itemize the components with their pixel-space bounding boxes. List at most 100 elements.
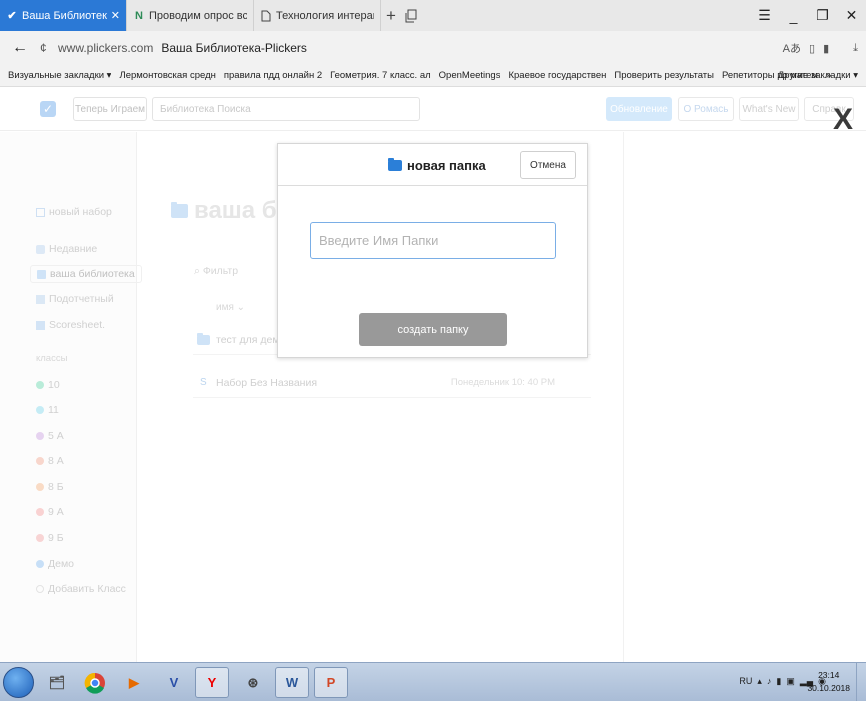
download-icon[interactable]: ⤓ (853, 42, 858, 55)
class-name: 10 (48, 379, 60, 391)
check-icon: ✔ (7, 10, 17, 22)
menu-icon[interactable]: ☰ (750, 0, 779, 31)
start-button-icon[interactable] (3, 667, 34, 698)
tab-survey[interactable]: N Проводим опрос всего кла (127, 0, 254, 31)
minimize-icon[interactable]: _ (779, 0, 808, 31)
file-manager-icon[interactable]: 🗂 (40, 667, 74, 698)
visio-icon[interactable]: V (157, 667, 191, 698)
modal-title-text: новая папка (407, 158, 486, 173)
sidebar-item-scoresheet[interactable]: Scoresheet. (36, 316, 105, 334)
class-item[interactable]: 10 (36, 376, 60, 394)
translate-icon[interactable]: Aあ (783, 40, 801, 56)
chrome-icon[interactable] (78, 667, 112, 698)
tab-plickers-library[interactable]: ✔ Ваша Библиотека-Plicker ✕ (0, 0, 127, 31)
word-icon[interactable]: W (275, 667, 309, 698)
content-divider (623, 132, 624, 662)
tab-close-icon[interactable]: ✕ (111, 9, 120, 22)
plickers-logo-icon[interactable]: ✓ (40, 101, 56, 117)
class-item[interactable]: 5 А (36, 427, 64, 445)
tab-technology[interactable]: Технология интерактивно (254, 0, 381, 31)
bookmark-item[interactable]: правила пдд онлайн 2 (224, 70, 322, 81)
whats-new-button[interactable]: What's New (739, 97, 799, 121)
reader-icon[interactable]: ▯ (809, 42, 815, 55)
show-desktop-button[interactable] (856, 663, 866, 701)
folder-icon (388, 158, 402, 171)
update-button[interactable]: Обновление (606, 97, 672, 121)
bookmark-item[interactable]: Проверить результаты (614, 70, 714, 81)
account-button[interactable]: О Ромась (678, 97, 734, 121)
browser-tab-bar: ✔ Ваша Библиотека-Plicker ✕ N Проводим о… (0, 0, 866, 31)
class-name: 8 Б (48, 481, 64, 493)
filter-placeholder: Фильтр (202, 265, 239, 277)
bookmark-item[interactable]: Краевое государствен (508, 70, 606, 81)
class-color-dot (36, 483, 44, 491)
class-item[interactable]: 8 Б (36, 478, 64, 496)
windows-taskbar: 🗂 ▶ V Y ⊛ W P RU ▴ ♪ ▮ ▣ ▂▄ ◉ 23:14 30.1… (0, 662, 866, 701)
url-host[interactable]: www.plickers.com (58, 41, 153, 55)
app-header: ✓ Теперь Играем Библиотека Поиска Обновл… (0, 87, 866, 135)
modal-header: новая папка Отмена (278, 144, 587, 186)
back-arrow-icon[interactable]: ← (0, 39, 40, 57)
create-folder-button[interactable]: создать папку (359, 313, 507, 346)
bookmark-icon[interactable]: ▮ (823, 42, 829, 55)
class-item[interactable]: 11 (36, 401, 59, 419)
library-search-input[interactable]: Библиотека Поиска (152, 97, 420, 121)
bookmarks-bar: Визуальные закладки ▾ Лермонтовская сред… (0, 65, 866, 87)
new-tab-icon[interactable]: + (381, 0, 401, 31)
sidebar-item-label: Scoresheet. (49, 319, 106, 331)
class-color-dot (36, 406, 44, 414)
clock-time: 23:14 (818, 670, 840, 680)
classes-heading: классы (36, 353, 68, 364)
plus-circle-icon (36, 585, 44, 593)
class-color-dot (36, 560, 44, 568)
filter-input[interactable]: ⌕ Фильтр (194, 265, 238, 278)
restore-icon[interactable]: ❐ (808, 0, 837, 31)
sidebar-item-library[interactable]: ваша библиотека (30, 265, 142, 283)
class-color-dot (36, 457, 44, 465)
clock[interactable]: 23:14 30.10.2018 (807, 669, 850, 695)
bookmark-item[interactable]: Геометрия. 7 класс. ал (330, 70, 431, 81)
sidebar-item-reports[interactable]: Подотчетный (36, 290, 114, 308)
media-player-icon[interactable]: ▶ (117, 667, 151, 698)
volume-icon[interactable]: ♪ (767, 676, 772, 687)
bookmark-item[interactable]: Лермонтовская средн (119, 70, 215, 81)
class-color-dot (36, 432, 44, 440)
play-now-button[interactable]: Теперь Играем (73, 97, 147, 121)
sidebar-item-label: ваша библиотека (50, 268, 135, 280)
new-set-link[interactable]: новый набор (36, 203, 112, 221)
yandex-browser-icon[interactable]: Y (195, 667, 229, 698)
film-reel-icon[interactable]: ⊛ (236, 667, 270, 698)
class-name: Демо (48, 558, 75, 570)
class-item[interactable]: 9 А (36, 503, 64, 521)
folder-name-input[interactable] (310, 222, 556, 259)
class-item[interactable]: Демо (36, 555, 74, 573)
bookmark-item[interactable]: Визуальные закладки ▾ (8, 70, 111, 81)
usb-icon[interactable]: ▮ (776, 676, 781, 687)
address-actions: Aあ ▯ ▮ ⤓ (783, 31, 866, 65)
class-item[interactable]: 8 А (36, 452, 64, 470)
class-item[interactable]: 9 Б (36, 529, 64, 547)
close-overlay-icon[interactable]: X (833, 105, 853, 135)
column-header-name[interactable]: имя ⌄ (216, 302, 245, 313)
sidebar-item-recent[interactable]: Недавние (36, 240, 97, 258)
bookmark-item[interactable]: OpenMeetings (439, 70, 501, 81)
cancel-button[interactable]: Отмена (520, 151, 576, 179)
tray-expand-icon[interactable]: ▴ (757, 676, 762, 687)
url-page-title[interactable]: Ваша Библиотека-Plickers (161, 41, 307, 55)
row-date: Понедельник 10: 40 PM (450, 377, 555, 388)
n-logo-icon: N (135, 9, 143, 22)
modal-title: новая папка (388, 158, 486, 173)
window-controls: ☰ _ ❐ ✕ (750, 0, 866, 31)
search-icon: ⌕ (194, 265, 203, 277)
other-bookmarks[interactable]: Другие закладки ▾ (778, 70, 858, 81)
close-window-icon[interactable]: ✕ (837, 0, 866, 31)
tab-title: Ваша Библиотека-Plicker (22, 9, 107, 22)
antivirus-icon[interactable]: ▣ (786, 676, 795, 687)
tab-manager-icon[interactable] (401, 0, 421, 31)
row-title: Набор Без Названия (216, 376, 318, 389)
powerpoint-icon[interactable]: P (314, 667, 348, 698)
add-class-link[interactable]: Добавить Класс (36, 580, 126, 598)
reload-icon[interactable]: ¢ (40, 41, 58, 55)
language-indicator[interactable]: RU (739, 676, 752, 687)
table-row[interactable]: S Набор Без Названия Понедельник 10: 40 … (193, 368, 591, 398)
